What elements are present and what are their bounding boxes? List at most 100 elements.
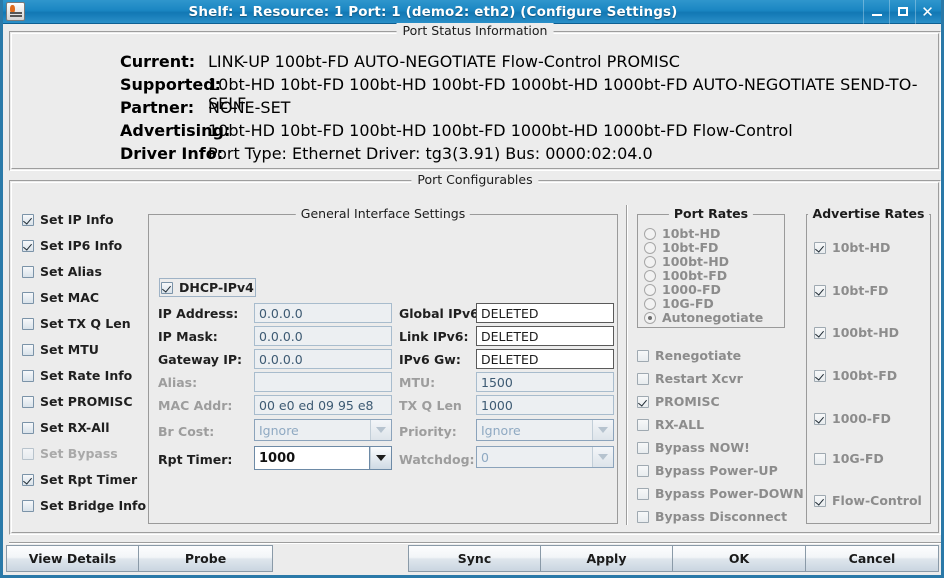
cancel-button[interactable]: Cancel <box>805 545 939 572</box>
java-app-icon <box>6 2 25 21</box>
chevron-down-icon[interactable] <box>370 447 391 469</box>
radio-port-rate-1000-fd[interactable]: 1000-FD <box>644 282 721 297</box>
radio-port-rate-100bt-hd[interactable]: 100bt-HD <box>644 254 729 269</box>
checkbox-set-alias[interactable]: Set Alias <box>22 264 102 279</box>
input-value: 0.0.0.0 <box>259 305 303 321</box>
input-value: 0.0.0.0 <box>259 328 303 344</box>
label-br-cost: Br Cost: <box>158 424 215 439</box>
radio-icon <box>644 255 656 268</box>
checkbox-bypass-power-up[interactable]: Bypass Power-UP <box>637 463 778 478</box>
input-value: 00 e0 ed 09 95 e8 <box>259 397 374 413</box>
checkbox-set-rpt-timer[interactable]: Set Rpt Timer <box>22 472 137 487</box>
input-mtu[interactable]: 1500 <box>476 372 614 392</box>
radio-port-rate-10g-fd[interactable]: 10G-FD <box>644 296 714 311</box>
checkbox-set-bypass: Set Bypass <box>22 446 118 461</box>
label-watchdog: Watchdog: <box>399 452 475 467</box>
input-value: 0.0.0.0 <box>259 351 303 367</box>
checkbox-advertise-1000-fd[interactable]: 1000-FD <box>814 411 891 426</box>
checkbox-icon <box>22 499 34 512</box>
checkbox-advertise-100bt-hd[interactable]: 100bt-HD <box>814 325 899 340</box>
input-gateway-ip[interactable]: 0.0.0.0 <box>254 349 392 369</box>
input-global-ipv6[interactable]: DELETED <box>476 303 614 323</box>
combo-value: Ignore <box>255 420 370 440</box>
input-ip-address[interactable]: 0.0.0.0 <box>254 303 392 323</box>
ok-button[interactable]: OK <box>672 545 806 572</box>
checkbox-set-mac[interactable]: Set MAC <box>22 290 99 305</box>
close-button[interactable]: ✕ <box>915 0 941 24</box>
checkbox-bypass-power-down[interactable]: Bypass Power-DOWN <box>637 486 804 501</box>
checkbox-advertise-10bt-fd[interactable]: 10bt-FD <box>814 283 888 298</box>
radio-port-rate-autonegotiate[interactable]: Autonegotiate <box>644 310 763 325</box>
status-label-current: Current: <box>120 52 196 71</box>
combo-rpt-timer[interactable]: 1000 <box>254 446 392 470</box>
checkbox-advertise-10g-fd[interactable]: 10G-FD <box>814 451 884 466</box>
minimize-button[interactable] <box>863 0 889 24</box>
checkbox-bypass-disconnect[interactable]: Bypass Disconnect <box>637 509 787 524</box>
checkbox-set-ip-info[interactable]: Set IP Info <box>22 212 114 227</box>
port-rates-title: Port Rates <box>668 206 754 221</box>
status-label-partner: Partner: <box>120 98 195 117</box>
checkbox-dhcp-ipv4[interactable]: DHCP-IPv4 <box>159 278 256 297</box>
port-configurables-title: Port Configurables <box>411 172 539 187</box>
radio-port-rate-10bt-fd[interactable]: 10bt-FD <box>644 240 718 255</box>
title-bar: Shelf: 1 Resource: 1 Port: 1 (demo2: eth… <box>3 0 941 24</box>
checkbox-icon <box>22 473 34 486</box>
chevron-down-icon[interactable] <box>592 420 613 440</box>
checkbox-set-tx-q-len[interactable]: Set TX Q Len <box>22 316 131 331</box>
radio-port-rate-100bt-fd[interactable]: 100bt-FD <box>644 268 727 283</box>
checkbox-set-rate-info[interactable]: Set Rate Info <box>22 368 132 383</box>
button-label: Cancel <box>848 551 896 566</box>
checkbox-advertise-10bt-hd[interactable]: 10bt-HD <box>814 240 890 255</box>
status-value-advertising: 10bt-HD 10bt-FD 100bt-HD 100bt-FD 1000bt… <box>208 121 793 140</box>
probe-button[interactable]: Probe <box>138 545 273 572</box>
checkbox-set-mtu[interactable]: Set MTU <box>22 342 99 357</box>
checkbox-set-promisc[interactable]: Set PROMISC <box>22 394 133 409</box>
input-alias[interactable] <box>254 372 392 392</box>
checkbox-set-rx-all[interactable]: Set RX-All <box>22 420 109 435</box>
input-mac-addr[interactable]: 00 e0 ed 09 95 e8 <box>254 395 392 415</box>
checkbox-set-bridge-info[interactable]: Set Bridge Info <box>22 498 146 513</box>
maximize-button[interactable] <box>889 0 915 24</box>
label-global-ipv6: Global IPv6: <box>399 306 484 321</box>
sync-button[interactable]: Sync <box>408 545 541 572</box>
checkbox-icon <box>814 241 826 254</box>
checkbox-advertise-100bt-fd[interactable]: 100bt-FD <box>814 368 897 383</box>
input-ip-mask[interactable]: 0.0.0.0 <box>254 326 392 346</box>
checkbox-icon <box>22 447 34 460</box>
checkbox-label: Set RX-All <box>40 420 110 435</box>
combo-priority[interactable]: Ignore <box>476 419 614 441</box>
checkbox-icon <box>814 412 826 425</box>
status-value-supported: 10bt-HD 10bt-FD 100bt-HD 100bt-FD 1000bt… <box>208 75 918 113</box>
checkbox-renegotiate[interactable]: Renegotiate <box>637 348 741 363</box>
chevron-down-icon[interactable] <box>370 420 391 440</box>
input-tx-q-len[interactable]: 1000 <box>476 395 614 415</box>
chevron-down-icon[interactable] <box>592 447 613 467</box>
checkbox-advertise-flow-control[interactable]: Flow-Control <box>814 493 922 508</box>
checkbox-restart-xcvr[interactable]: Restart Xcvr <box>637 371 743 386</box>
checkbox-set-ip6-info[interactable]: Set IP6 Info <box>22 238 122 253</box>
checkbox-icon <box>22 395 34 408</box>
apply-button[interactable]: Apply <box>540 545 673 572</box>
checkbox-label: Bypass NOW! <box>655 440 750 455</box>
checkbox-label: Set Rate Info <box>40 368 133 383</box>
checkbox-label: Set Bridge Info <box>40 498 147 513</box>
radio-port-rate-10bt-hd[interactable]: 10bt-HD <box>644 226 720 241</box>
checkbox-icon <box>637 441 649 454</box>
input-link-ipv6[interactable]: DELETED <box>476 326 614 346</box>
radio-label: Autonegotiate <box>662 310 764 325</box>
view-details-button[interactable]: View Details <box>6 545 139 572</box>
combo-value: Ignore <box>477 420 592 440</box>
button-label: View Details <box>28 551 117 566</box>
checkbox-promisc[interactable]: PROMISC <box>637 394 720 409</box>
checkbox-rx-all[interactable]: RX-ALL <box>637 417 704 432</box>
checkbox-icon <box>814 494 826 507</box>
radio-label: 1000-FD <box>662 282 721 297</box>
checkbox-label: 10bt-FD <box>832 283 889 298</box>
radio-label: 10bt-HD <box>662 226 721 241</box>
checkbox-label: Set MAC <box>40 290 100 305</box>
checkbox-bypass-now[interactable]: Bypass NOW! <box>637 440 750 455</box>
input-ipv6-gw[interactable]: DELETED <box>476 349 614 369</box>
combo-br-cost[interactable]: Ignore <box>254 419 392 441</box>
combo-watchdog[interactable]: 0 <box>476 446 614 468</box>
general-interface-settings-panel: General Interface Settings <box>148 206 618 524</box>
